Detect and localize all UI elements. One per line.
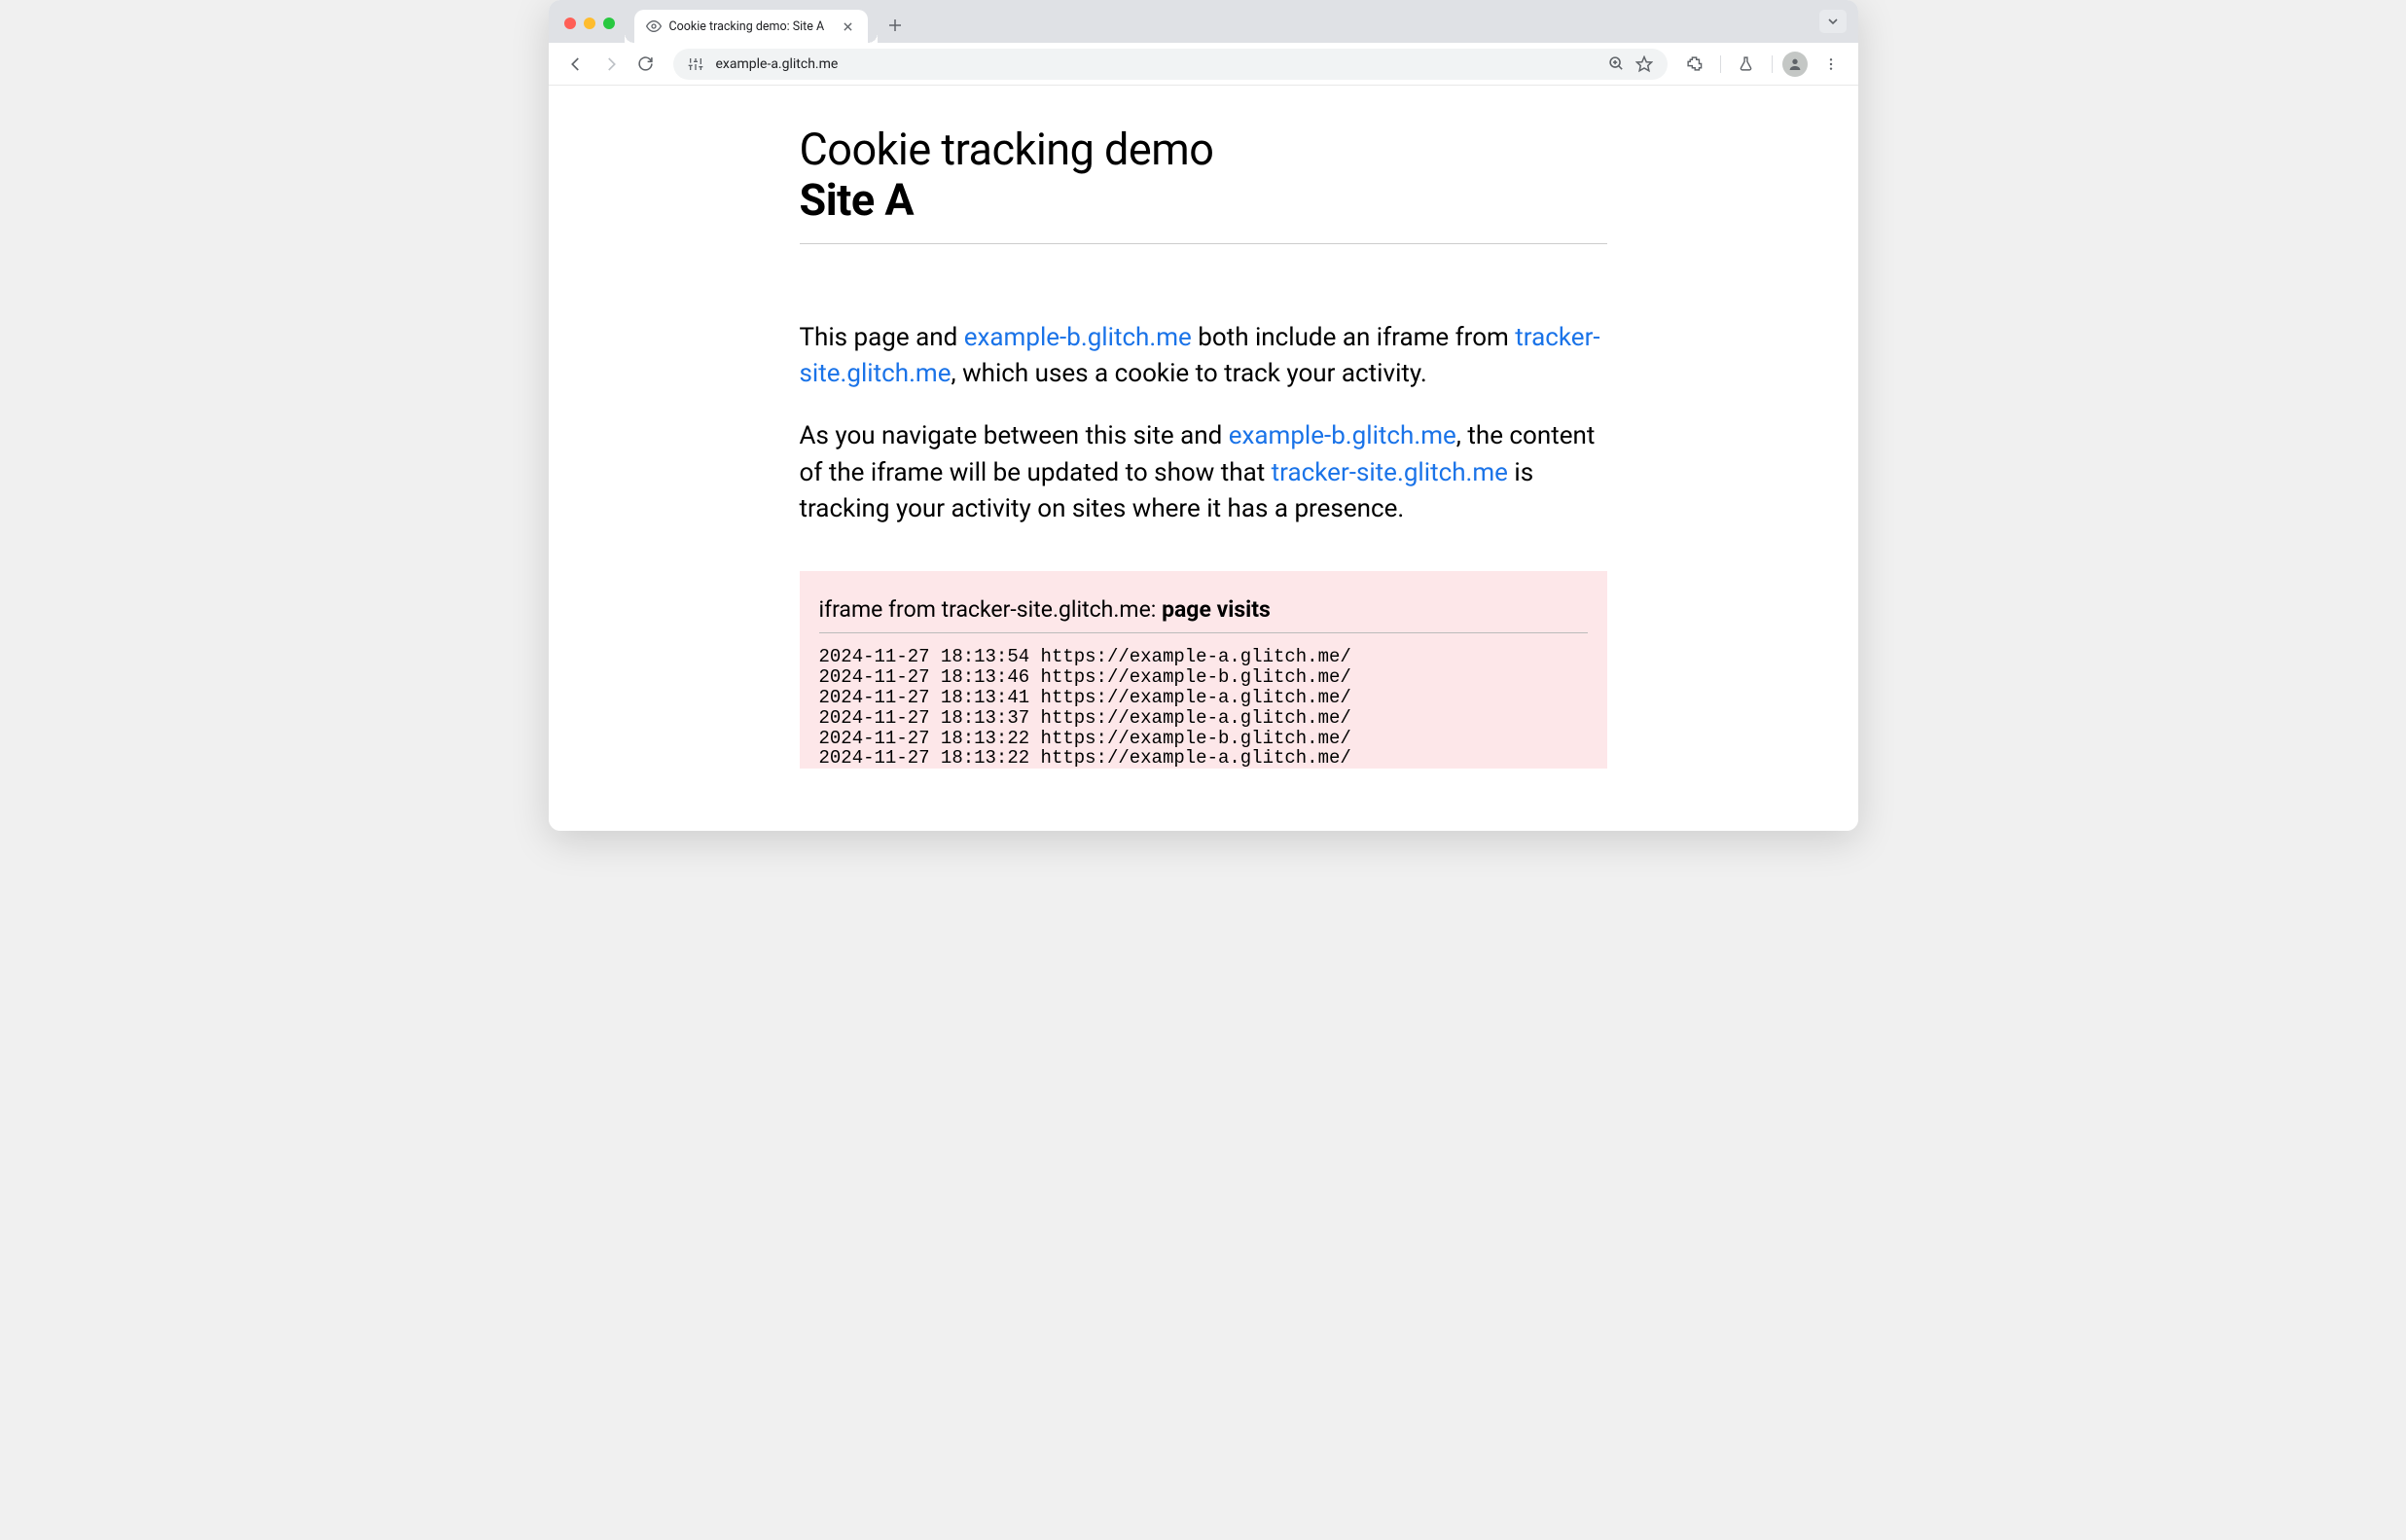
intro-paragraph-1: This page and example-b.glitch.me both i… — [800, 320, 1607, 393]
page-content: Cookie tracking demo Site A This page an… — [549, 86, 1858, 831]
chrome-menu-button[interactable] — [1815, 49, 1847, 80]
tab-title: Cookie tracking demo: Site A — [669, 19, 825, 34]
link-example-b[interactable]: example-b.glitch.me — [964, 323, 1192, 352]
page-heading: Cookie tracking demo Site A — [800, 125, 1607, 244]
intro-paragraph-2: As you navigate between this site and ex… — [800, 418, 1607, 528]
window-minimize-button[interactable] — [584, 18, 595, 29]
url-text: example-a.glitch.me — [716, 56, 839, 72]
tab-close-button[interactable] — [841, 18, 856, 34]
site-info-icon[interactable] — [687, 55, 704, 73]
tab-strip: Cookie tracking demo: Site A — [549, 0, 1858, 43]
window-maximize-button[interactable] — [603, 18, 615, 29]
labs-icon[interactable] — [1731, 49, 1762, 80]
window-close-button[interactable] — [564, 18, 576, 29]
divider — [1772, 55, 1773, 73]
window-controls — [564, 18, 615, 43]
link-example-b[interactable]: example-b.glitch.me — [1229, 421, 1456, 450]
eye-icon — [646, 18, 662, 34]
reload-button[interactable] — [630, 49, 662, 80]
tab-search-button[interactable] — [1819, 10, 1847, 33]
divider — [1720, 55, 1721, 73]
profile-button[interactable] — [1782, 52, 1808, 77]
browser-tab[interactable]: Cookie tracking demo: Site A — [634, 10, 868, 43]
address-bar[interactable]: example-a.glitch.me — [673, 49, 1668, 80]
tracker-iframe: iframe from tracker-site.glitch.me: page… — [800, 571, 1607, 769]
visit-log: 2024-11-27 18:13:54 https://example-a.gl… — [819, 647, 1588, 769]
zoom-icon[interactable] — [1607, 54, 1627, 74]
browser-toolbar: example-a.glitch.me — [549, 43, 1858, 86]
heading-line-1: Cookie tracking demo — [800, 124, 1214, 175]
browser-window: Cookie tracking demo: Site A — [549, 0, 1858, 831]
new-tab-button[interactable] — [881, 12, 909, 39]
heading-line-2: Site A — [800, 175, 1607, 226]
extensions-icon[interactable] — [1679, 49, 1710, 80]
back-button[interactable] — [560, 49, 592, 80]
forward-button[interactable] — [595, 49, 627, 80]
bookmark-star-icon[interactable] — [1634, 54, 1654, 74]
iframe-heading: iframe from tracker-site.glitch.me: page… — [819, 596, 1588, 633]
link-tracker-site[interactable]: tracker-site.glitch.me — [1272, 458, 1508, 487]
